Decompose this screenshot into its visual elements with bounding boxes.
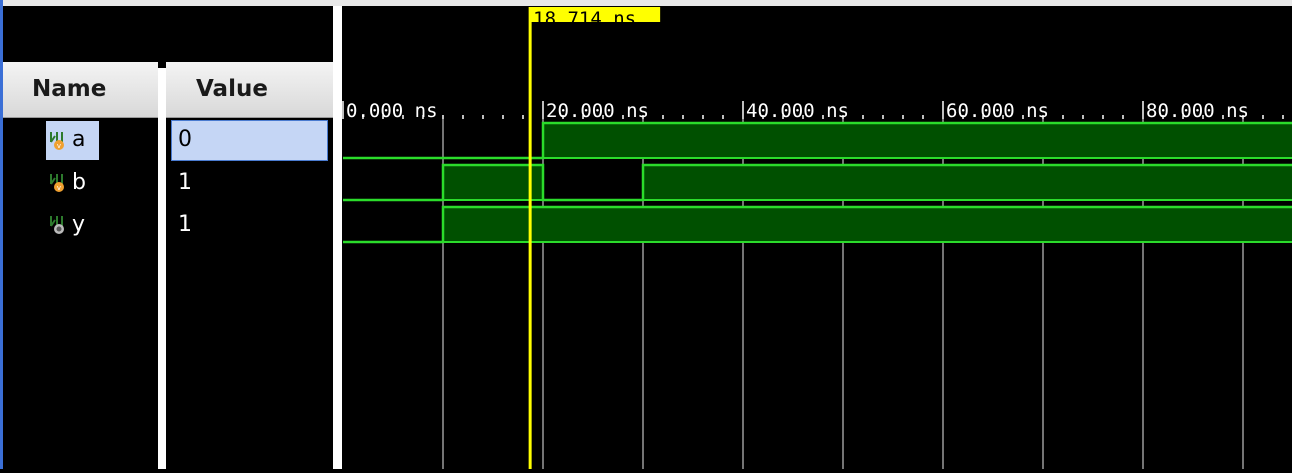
waveform-high-segment bbox=[443, 207, 1292, 242]
value-column-header[interactable]: Value bbox=[166, 62, 333, 118]
value-cell-a[interactable] bbox=[171, 120, 328, 161]
input-signal-icon: v bbox=[50, 132, 64, 150]
waveform-area[interactable]: 0.000 ns 20.000 ns 40.000 ns 60.000 ns 80.00… bbox=[342, 6, 1292, 469]
waveform-high-segment bbox=[643, 165, 1292, 200]
ruler-tick-label: 40.000 ns bbox=[746, 100, 849, 122]
ruler-tick-label: 20.000 ns bbox=[546, 100, 649, 122]
signal-name-a: a bbox=[72, 127, 86, 152]
signal-row-b[interactable]: v b 1 bbox=[3, 162, 333, 202]
waveform-high-segment bbox=[443, 165, 543, 200]
signal-name-y: y bbox=[72, 212, 86, 237]
svg-text:v: v bbox=[57, 184, 61, 192]
ruler-tick-label: 60.000 ns bbox=[946, 100, 1049, 122]
signal-value-b: 1 bbox=[178, 170, 192, 195]
name-header-label: Name bbox=[32, 76, 107, 102]
cursor-time-label: 18.714 ns bbox=[533, 8, 636, 30]
signal-name-b: b bbox=[72, 170, 86, 195]
cursor-label-mask bbox=[530, 22, 661, 23]
output-signal-icon bbox=[50, 216, 64, 234]
svg-text:v: v bbox=[57, 142, 61, 150]
panel-splitter[interactable] bbox=[333, 6, 342, 469]
signal-row-y[interactable]: y 1 bbox=[3, 204, 333, 244]
name-column-header[interactable]: Name bbox=[3, 62, 158, 118]
ruler-tick-label: 0.000 ns bbox=[346, 100, 438, 122]
input-signal-icon: v bbox=[50, 174, 64, 192]
waveform-high-segment bbox=[543, 123, 1292, 158]
signal-names-panel: Name Value v a 0 v b 1 y 1 bbox=[3, 6, 333, 469]
signal-row-a[interactable]: v a 0 bbox=[3, 119, 333, 161]
signal-value-y: 1 bbox=[178, 212, 192, 237]
ruler-tick-label: 80.000 ns bbox=[1146, 100, 1249, 122]
signal-value-a: 0 bbox=[178, 127, 192, 152]
waveform-canvas[interactable]: 0.000 ns 20.000 ns 40.000 ns 60.000 ns 80.00… bbox=[342, 6, 1292, 469]
value-header-label: Value bbox=[196, 76, 268, 102]
